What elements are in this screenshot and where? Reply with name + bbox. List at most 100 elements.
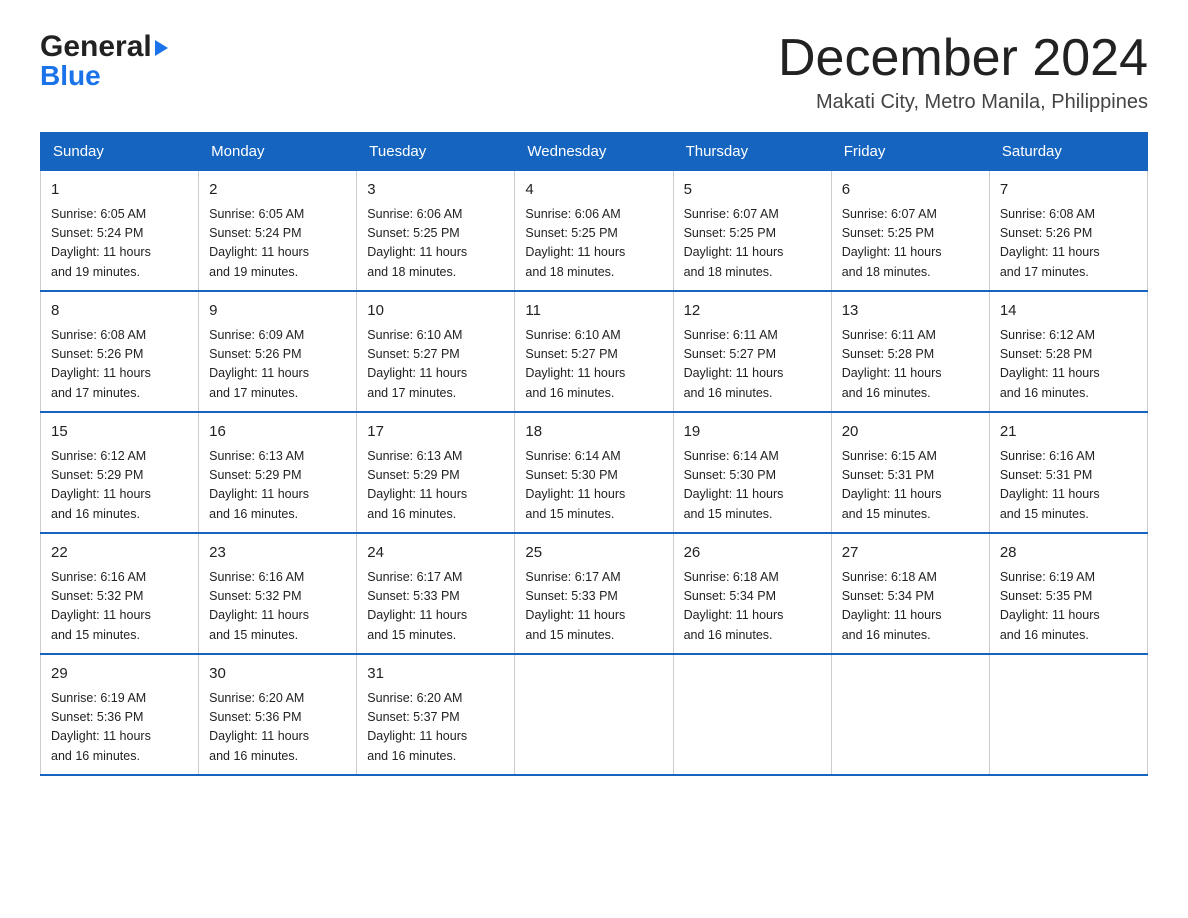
calendar-cell: 1 Sunrise: 6:05 AM Sunset: 5:24 PM Dayli… xyxy=(41,171,199,292)
col-saturday: Saturday xyxy=(989,133,1147,171)
day-number: 15 xyxy=(51,421,188,444)
day-info: Sunrise: 6:18 AM Sunset: 5:34 PM Dayligh… xyxy=(842,568,979,646)
day-number: 8 xyxy=(51,300,188,323)
day-info: Sunrise: 6:10 AM Sunset: 5:27 PM Dayligh… xyxy=(367,326,504,404)
calendar-cell: 7 Sunrise: 6:08 AM Sunset: 5:26 PM Dayli… xyxy=(989,171,1147,292)
day-info: Sunrise: 6:14 AM Sunset: 5:30 PM Dayligh… xyxy=(525,447,662,525)
calendar-cell: 16 Sunrise: 6:13 AM Sunset: 5:29 PM Dayl… xyxy=(199,412,357,533)
day-info: Sunrise: 6:08 AM Sunset: 5:26 PM Dayligh… xyxy=(51,326,188,404)
day-number: 4 xyxy=(525,179,662,202)
day-info: Sunrise: 6:06 AM Sunset: 5:25 PM Dayligh… xyxy=(525,205,662,283)
calendar-week-row: 8 Sunrise: 6:08 AM Sunset: 5:26 PM Dayli… xyxy=(41,291,1148,412)
calendar-cell: 3 Sunrise: 6:06 AM Sunset: 5:25 PM Dayli… xyxy=(357,171,515,292)
logo-arrow-icon xyxy=(155,40,168,56)
calendar-cell: 6 Sunrise: 6:07 AM Sunset: 5:25 PM Dayli… xyxy=(831,171,989,292)
day-info: Sunrise: 6:08 AM Sunset: 5:26 PM Dayligh… xyxy=(1000,205,1137,283)
logo-general: General xyxy=(40,30,152,64)
day-number: 27 xyxy=(842,542,979,565)
day-number: 25 xyxy=(525,542,662,565)
day-number: 6 xyxy=(842,179,979,202)
calendar-cell: 31 Sunrise: 6:20 AM Sunset: 5:37 PM Dayl… xyxy=(357,654,515,775)
location-title: Makati City, Metro Manila, Philippines xyxy=(778,91,1148,114)
day-info: Sunrise: 6:07 AM Sunset: 5:25 PM Dayligh… xyxy=(684,205,821,283)
calendar-week-row: 29 Sunrise: 6:19 AM Sunset: 5:36 PM Dayl… xyxy=(41,654,1148,775)
calendar-cell: 22 Sunrise: 6:16 AM Sunset: 5:32 PM Dayl… xyxy=(41,533,199,654)
day-info: Sunrise: 6:20 AM Sunset: 5:36 PM Dayligh… xyxy=(209,689,346,767)
calendar-cell xyxy=(673,654,831,775)
day-info: Sunrise: 6:20 AM Sunset: 5:37 PM Dayligh… xyxy=(367,689,504,767)
calendar-week-row: 15 Sunrise: 6:12 AM Sunset: 5:29 PM Dayl… xyxy=(41,412,1148,533)
month-title: December 2024 xyxy=(778,30,1148,87)
day-number: 11 xyxy=(525,300,662,323)
calendar-cell: 4 Sunrise: 6:06 AM Sunset: 5:25 PM Dayli… xyxy=(515,171,673,292)
day-info: Sunrise: 6:16 AM Sunset: 5:32 PM Dayligh… xyxy=(51,568,188,646)
day-number: 26 xyxy=(684,542,821,565)
calendar-cell: 9 Sunrise: 6:09 AM Sunset: 5:26 PM Dayli… xyxy=(199,291,357,412)
calendar-cell: 20 Sunrise: 6:15 AM Sunset: 5:31 PM Dayl… xyxy=(831,412,989,533)
calendar-cell: 14 Sunrise: 6:12 AM Sunset: 5:28 PM Dayl… xyxy=(989,291,1147,412)
day-number: 24 xyxy=(367,542,504,565)
calendar-week-row: 1 Sunrise: 6:05 AM Sunset: 5:24 PM Dayli… xyxy=(41,171,1148,292)
day-info: Sunrise: 6:14 AM Sunset: 5:30 PM Dayligh… xyxy=(684,447,821,525)
col-wednesday: Wednesday xyxy=(515,133,673,171)
calendar-cell xyxy=(515,654,673,775)
col-monday: Monday xyxy=(199,133,357,171)
calendar-cell: 29 Sunrise: 6:19 AM Sunset: 5:36 PM Dayl… xyxy=(41,654,199,775)
calendar-week-row: 22 Sunrise: 6:16 AM Sunset: 5:32 PM Dayl… xyxy=(41,533,1148,654)
calendar-cell: 13 Sunrise: 6:11 AM Sunset: 5:28 PM Dayl… xyxy=(831,291,989,412)
day-info: Sunrise: 6:12 AM Sunset: 5:29 PM Dayligh… xyxy=(51,447,188,525)
day-number: 14 xyxy=(1000,300,1137,323)
day-info: Sunrise: 6:11 AM Sunset: 5:27 PM Dayligh… xyxy=(684,326,821,404)
calendar-cell: 17 Sunrise: 6:13 AM Sunset: 5:29 PM Dayl… xyxy=(357,412,515,533)
day-number: 5 xyxy=(684,179,821,202)
day-info: Sunrise: 6:18 AM Sunset: 5:34 PM Dayligh… xyxy=(684,568,821,646)
day-info: Sunrise: 6:17 AM Sunset: 5:33 PM Dayligh… xyxy=(367,568,504,646)
day-number: 1 xyxy=(51,179,188,202)
calendar-cell: 27 Sunrise: 6:18 AM Sunset: 5:34 PM Dayl… xyxy=(831,533,989,654)
logo: General Blue xyxy=(40,30,168,92)
day-number: 28 xyxy=(1000,542,1137,565)
day-info: Sunrise: 6:19 AM Sunset: 5:36 PM Dayligh… xyxy=(51,689,188,767)
calendar-cell: 8 Sunrise: 6:08 AM Sunset: 5:26 PM Dayli… xyxy=(41,291,199,412)
calendar-cell xyxy=(831,654,989,775)
day-number: 29 xyxy=(51,663,188,686)
day-number: 18 xyxy=(525,421,662,444)
day-info: Sunrise: 6:11 AM Sunset: 5:28 PM Dayligh… xyxy=(842,326,979,404)
calendar-header-row: Sunday Monday Tuesday Wednesday Thursday… xyxy=(41,133,1148,171)
day-info: Sunrise: 6:05 AM Sunset: 5:24 PM Dayligh… xyxy=(51,205,188,283)
day-number: 2 xyxy=(209,179,346,202)
day-info: Sunrise: 6:07 AM Sunset: 5:25 PM Dayligh… xyxy=(842,205,979,283)
day-number: 7 xyxy=(1000,179,1137,202)
day-number: 10 xyxy=(367,300,504,323)
calendar-cell: 2 Sunrise: 6:05 AM Sunset: 5:24 PM Dayli… xyxy=(199,171,357,292)
calendar-cell: 18 Sunrise: 6:14 AM Sunset: 5:30 PM Dayl… xyxy=(515,412,673,533)
calendar-cell: 30 Sunrise: 6:20 AM Sunset: 5:36 PM Dayl… xyxy=(199,654,357,775)
day-number: 19 xyxy=(684,421,821,444)
day-number: 16 xyxy=(209,421,346,444)
day-number: 9 xyxy=(209,300,346,323)
day-info: Sunrise: 6:16 AM Sunset: 5:31 PM Dayligh… xyxy=(1000,447,1137,525)
day-number: 22 xyxy=(51,542,188,565)
col-tuesday: Tuesday xyxy=(357,133,515,171)
day-number: 21 xyxy=(1000,421,1137,444)
day-number: 31 xyxy=(367,663,504,686)
calendar-cell: 11 Sunrise: 6:10 AM Sunset: 5:27 PM Dayl… xyxy=(515,291,673,412)
day-number: 17 xyxy=(367,421,504,444)
col-sunday: Sunday xyxy=(41,133,199,171)
calendar-cell: 23 Sunrise: 6:16 AM Sunset: 5:32 PM Dayl… xyxy=(199,533,357,654)
day-info: Sunrise: 6:17 AM Sunset: 5:33 PM Dayligh… xyxy=(525,568,662,646)
day-number: 20 xyxy=(842,421,979,444)
day-number: 13 xyxy=(842,300,979,323)
calendar-cell: 25 Sunrise: 6:17 AM Sunset: 5:33 PM Dayl… xyxy=(515,533,673,654)
day-number: 23 xyxy=(209,542,346,565)
calendar-cell: 28 Sunrise: 6:19 AM Sunset: 5:35 PM Dayl… xyxy=(989,533,1147,654)
calendar-cell xyxy=(989,654,1147,775)
day-number: 12 xyxy=(684,300,821,323)
day-info: Sunrise: 6:15 AM Sunset: 5:31 PM Dayligh… xyxy=(842,447,979,525)
calendar-cell: 10 Sunrise: 6:10 AM Sunset: 5:27 PM Dayl… xyxy=(357,291,515,412)
day-info: Sunrise: 6:13 AM Sunset: 5:29 PM Dayligh… xyxy=(367,447,504,525)
calendar-cell: 5 Sunrise: 6:07 AM Sunset: 5:25 PM Dayli… xyxy=(673,171,831,292)
calendar-cell: 19 Sunrise: 6:14 AM Sunset: 5:30 PM Dayl… xyxy=(673,412,831,533)
day-info: Sunrise: 6:19 AM Sunset: 5:35 PM Dayligh… xyxy=(1000,568,1137,646)
day-info: Sunrise: 6:12 AM Sunset: 5:28 PM Dayligh… xyxy=(1000,326,1137,404)
